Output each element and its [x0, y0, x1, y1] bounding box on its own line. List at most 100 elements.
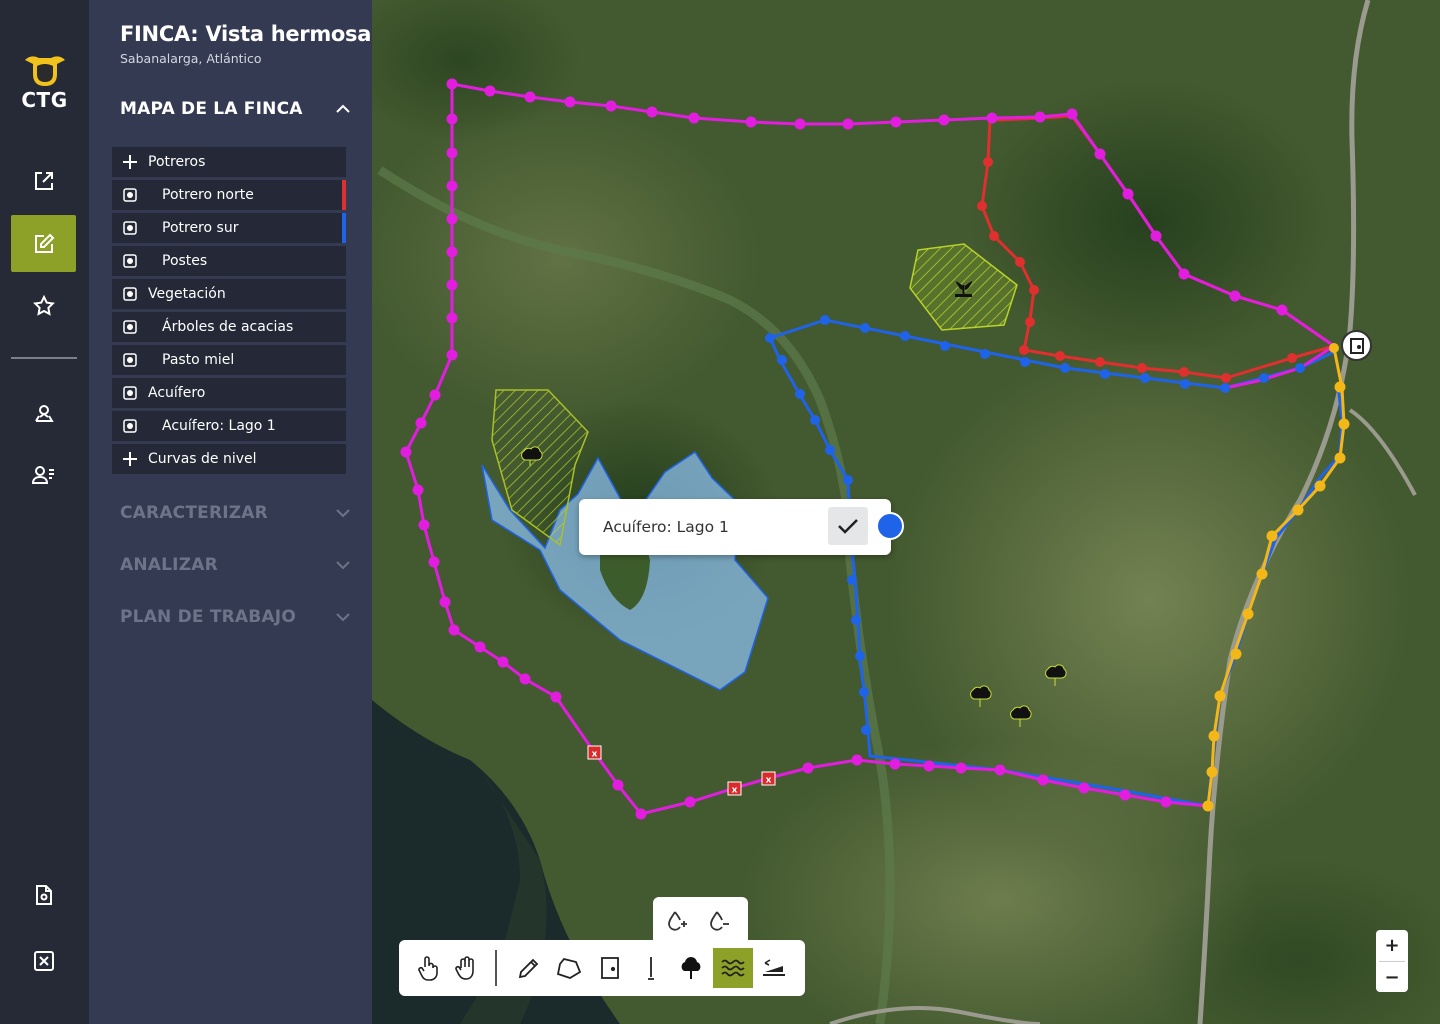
- close-button[interactable]: [11, 932, 76, 989]
- favorites-button[interactable]: [11, 277, 76, 334]
- layer-label: Árboles de acacias: [162, 319, 294, 335]
- layer-label: Curvas de nivel: [148, 451, 257, 467]
- radio-icon: [112, 254, 148, 268]
- bull-logo-icon: [24, 56, 65, 86]
- layer-item[interactable]: Potreros: [112, 147, 346, 177]
- post-icon: [648, 957, 654, 980]
- draw-line-tool[interactable]: [509, 948, 549, 988]
- tree-tool[interactable]: [671, 948, 711, 988]
- layer-label: Postes: [162, 253, 208, 269]
- section-work-plan-header[interactable]: PLAN DE TRABAJO: [120, 607, 350, 627]
- edit-button[interactable]: [11, 215, 76, 272]
- door-icon: [1349, 337, 1364, 354]
- chevron-down-icon: [336, 613, 350, 622]
- section-characterize-title: CARACTERIZAR: [120, 503, 268, 523]
- layer-color-swatch: [342, 180, 346, 210]
- post-tool[interactable]: [631, 948, 671, 988]
- radio-icon: [112, 320, 148, 334]
- layer-name-popup: Acuífero: Lago 1: [579, 499, 904, 555]
- plus-icon: [112, 451, 148, 467]
- polygon-icon: [556, 957, 582, 979]
- satellite-map: x x x: [372, 0, 1440, 1024]
- confirm-button[interactable]: [828, 507, 868, 545]
- remove-water-point-tool[interactable]: [699, 903, 739, 939]
- water-subtools: [653, 897, 748, 945]
- farm-map[interactable]: x x x: [372, 0, 1440, 1024]
- report-settings-button[interactable]: [11, 866, 76, 923]
- hand-icon: [455, 956, 474, 980]
- layer-list: Potreros Potrero norte Potrero sur Postes Ve…: [112, 147, 346, 477]
- radio-icon: [112, 419, 148, 433]
- gate-tool[interactable]: [590, 948, 630, 988]
- section-map-title: MAPA DE LA FINCA: [120, 99, 303, 119]
- pencil-icon: [518, 958, 539, 979]
- app-logo: CTG: [0, 52, 89, 112]
- layer-item[interactable]: Potrero sur: [112, 213, 346, 243]
- layer-label: Vegetación: [148, 286, 226, 302]
- layer-label: Potrero sur: [162, 220, 239, 236]
- zoom-control: + −: [1376, 930, 1408, 992]
- radio-icon: [112, 287, 148, 301]
- section-map-header[interactable]: MAPA DE LA FINCA: [120, 99, 350, 119]
- logo-text: CTG: [21, 88, 68, 112]
- export-button[interactable]: [11, 152, 76, 209]
- color-picker[interactable]: [876, 512, 904, 540]
- tree-icon: [681, 956, 701, 979]
- drop-minus-icon: [710, 911, 729, 931]
- layer-item[interactable]: Acuífero: Lago 1: [112, 411, 346, 441]
- popup-label: Acuífero: Lago 1: [603, 518, 729, 536]
- drawing-toolbar: [399, 940, 805, 996]
- rail-divider: [11, 357, 77, 359]
- section-work-plan-title: PLAN DE TRABAJO: [120, 607, 296, 627]
- toolbar-divider: [495, 950, 497, 986]
- radio-icon: [112, 353, 148, 367]
- add-water-point-tool[interactable]: [657, 903, 699, 945]
- radio-icon: [112, 221, 148, 235]
- select-tool[interactable]: [408, 948, 448, 988]
- side-panel: FINCA: Vista hermosa Sabanalarga, Atlánt…: [89, 0, 372, 1024]
- users-icon: [31, 465, 54, 484]
- water-waves-icon: [721, 959, 745, 977]
- layer-item[interactable]: Curvas de nivel: [112, 444, 346, 474]
- field-visits-button[interactable]: [11, 384, 76, 441]
- zoom-out-button[interactable]: −: [1376, 962, 1408, 993]
- close-box-icon: [33, 950, 54, 971]
- section-analyze-header[interactable]: ANALIZAR: [120, 555, 350, 575]
- water-tool[interactable]: [713, 948, 753, 988]
- edit-icon: [34, 233, 54, 253]
- pan-tool[interactable]: [446, 948, 486, 988]
- file-settings-icon: [35, 884, 52, 905]
- drop-plus-icon: [668, 911, 687, 931]
- layer-label: Acuífero: [148, 385, 206, 401]
- chevron-down-icon: [336, 561, 350, 570]
- chevron-up-icon: [336, 104, 350, 113]
- section-characterize-header[interactable]: CARACTERIZAR: [120, 503, 350, 523]
- layer-item[interactable]: Potrero norte: [112, 180, 346, 210]
- door-icon: [601, 957, 619, 979]
- layer-item[interactable]: Vegetación: [112, 279, 346, 309]
- zoom-in-button[interactable]: +: [1376, 930, 1408, 961]
- gate-marker[interactable]: [1341, 330, 1372, 361]
- draw-polygon-tool[interactable]: [549, 948, 589, 988]
- farm-location: Sabanalarga, Atlántico: [120, 51, 262, 66]
- layer-item[interactable]: Postes: [112, 246, 346, 276]
- section-analyze-title: ANALIZAR: [120, 555, 218, 575]
- radio-icon: [112, 188, 148, 202]
- layer-label: Acuífero: Lago 1: [162, 418, 276, 434]
- external-link-icon: [34, 171, 53, 190]
- slope-icon: [763, 959, 785, 976]
- icon-rail: CTG: [0, 0, 89, 1024]
- layer-label: Potreros: [148, 154, 206, 170]
- svg-text:x: x: [732, 786, 738, 796]
- svg-text:x: x: [592, 750, 598, 760]
- layer-color-swatch: [342, 213, 346, 243]
- farm-title: FINCA: Vista hermosa: [120, 22, 372, 46]
- users-button[interactable]: [11, 446, 76, 503]
- map-pin-icon: [34, 404, 54, 422]
- layer-item[interactable]: Acuífero: [112, 378, 346, 408]
- layer-item[interactable]: Árboles de acacias: [112, 312, 346, 342]
- layer-label: Pasto miel: [162, 352, 235, 368]
- chevron-down-icon: [336, 509, 350, 518]
- layer-item[interactable]: Pasto miel: [112, 345, 346, 375]
- slope-tool[interactable]: [754, 948, 794, 988]
